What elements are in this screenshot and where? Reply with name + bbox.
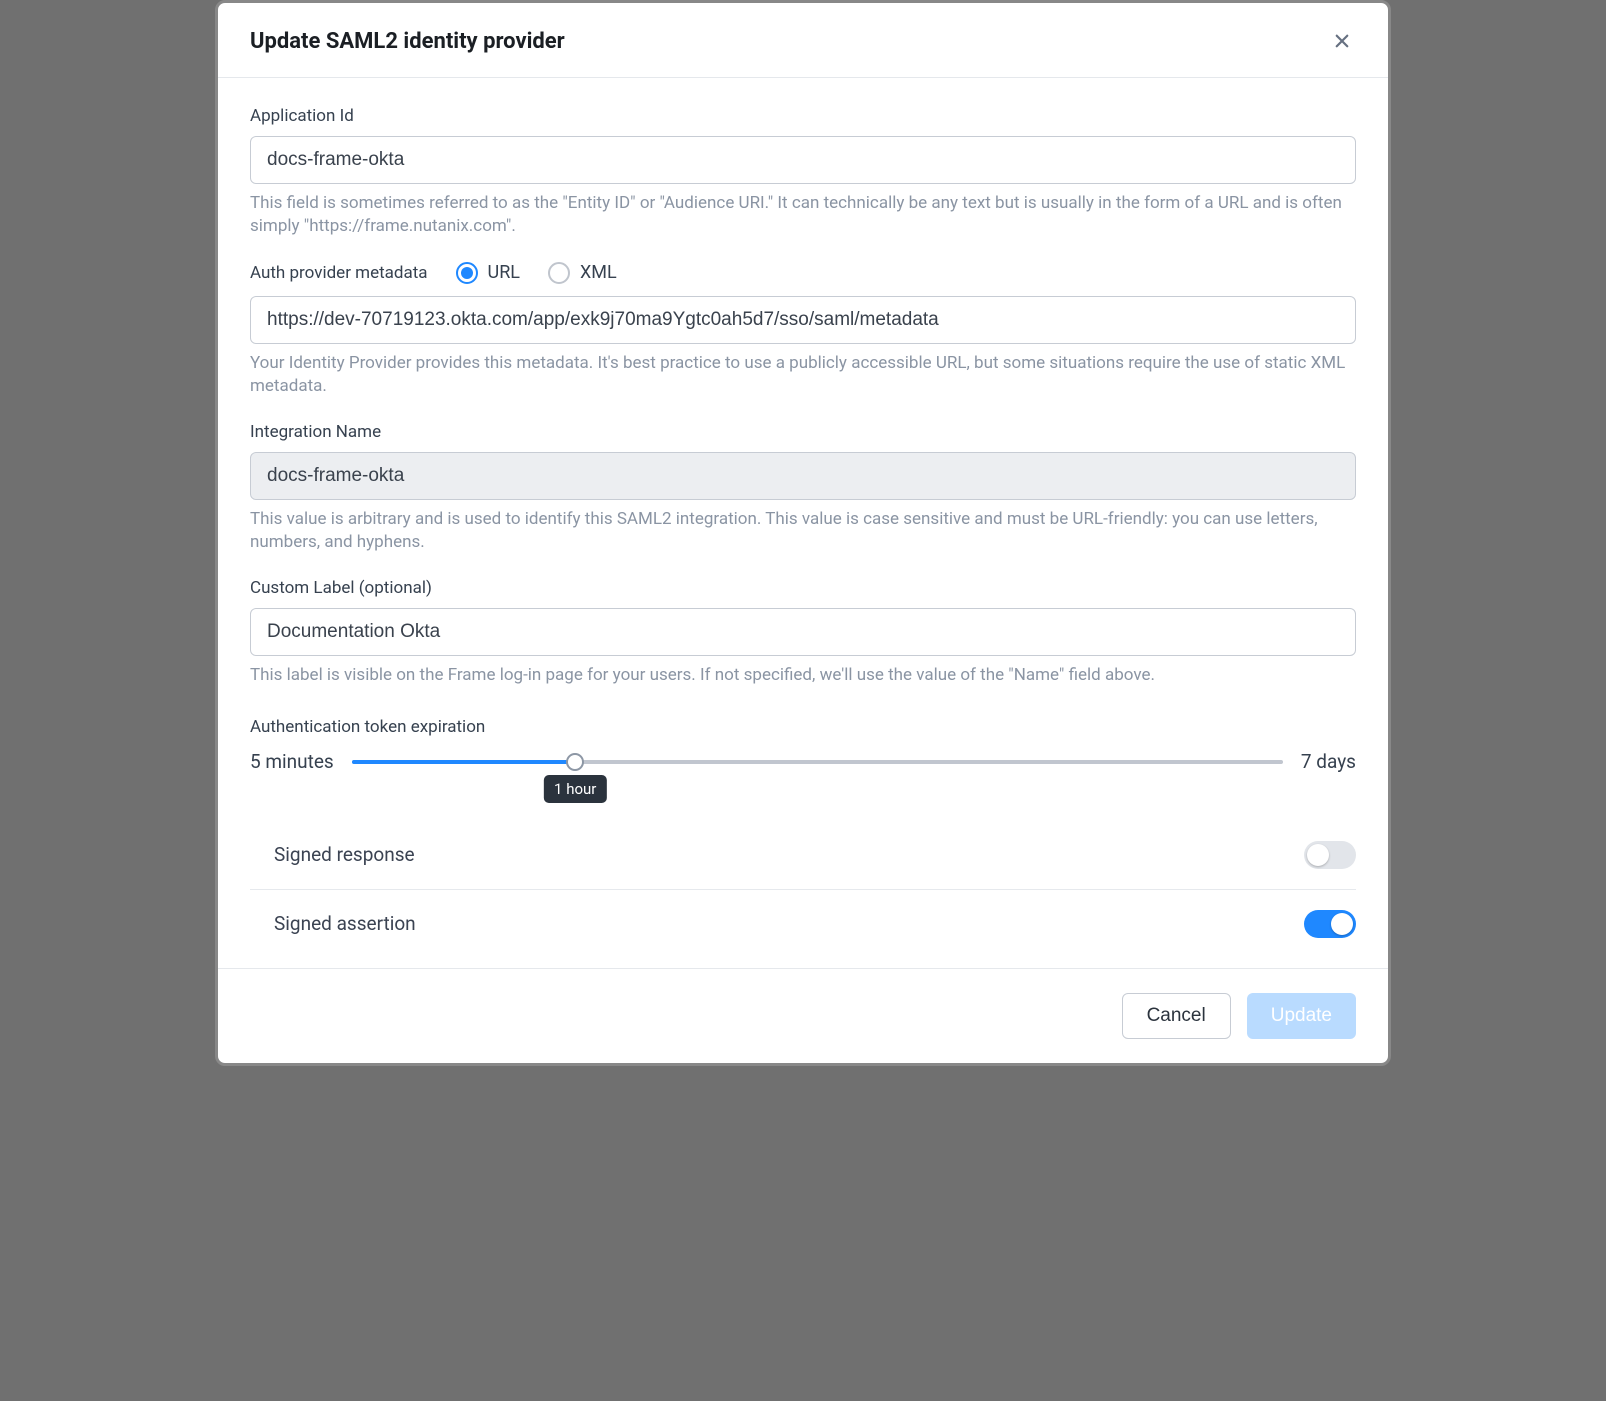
modal-header: Update SAML2 identity provider <box>218 3 1388 78</box>
modal: Update SAML2 identity provider Applicati… <box>215 0 1391 1066</box>
radio-checked-icon <box>456 262 478 284</box>
slider-thumb[interactable] <box>566 753 584 771</box>
metadata-group: Auth provider metadata URL XML Your Iden… <box>250 262 1356 398</box>
application-id-group: Application Id This field is sometimes r… <box>250 106 1356 238</box>
modal-footer: Cancel Update <box>218 968 1388 1063</box>
metadata-type-row: Auth provider metadata URL XML <box>250 262 1356 284</box>
close-icon[interactable] <box>1328 27 1356 55</box>
integration-name-label: Integration Name <box>250 422 1356 442</box>
radio-unchecked-icon <box>548 262 570 284</box>
token-expiration-slider-row: 5 minutes 1 hour 7 days <box>250 747 1356 777</box>
signed-response-row: Signed response <box>250 821 1356 890</box>
application-id-input[interactable] <box>250 136 1356 184</box>
signed-response-label: Signed response <box>274 843 415 866</box>
metadata-url-input[interactable] <box>250 296 1356 344</box>
signed-assertion-row: Signed assertion <box>250 890 1356 958</box>
metadata-help: Your Identity Provider provides this met… <box>250 352 1356 398</box>
custom-label-label: Custom Label (optional) <box>250 578 1356 598</box>
custom-label-help: This label is visible on the Frame log-i… <box>250 664 1356 687</box>
token-expiration-group: Authentication token expiration 5 minute… <box>250 717 1356 777</box>
application-id-label: Application Id <box>250 106 1356 126</box>
metadata-xml-radio-label: XML <box>580 262 617 283</box>
slider-fill <box>352 760 575 764</box>
slider-max-label: 7 days <box>1301 750 1356 773</box>
cancel-button[interactable]: Cancel <box>1122 993 1231 1039</box>
modal-title: Update SAML2 identity provider <box>250 29 565 54</box>
custom-label-group: Custom Label (optional) This label is vi… <box>250 578 1356 687</box>
signed-assertion-label: Signed assertion <box>274 912 416 935</box>
toggle-section: Signed response Signed assertion <box>250 821 1356 958</box>
update-button[interactable]: Update <box>1247 993 1356 1039</box>
integration-name-help: This value is arbitrary and is used to i… <box>250 508 1356 554</box>
application-id-help: This field is sometimes referred to as t… <box>250 192 1356 238</box>
slider-value-tooltip: 1 hour <box>544 775 606 803</box>
signed-assertion-toggle[interactable] <box>1304 910 1356 938</box>
metadata-xml-radio[interactable]: XML <box>548 262 617 284</box>
slider-min-label: 5 minutes <box>250 750 334 773</box>
token-expiration-slider[interactable]: 1 hour <box>352 747 1283 777</box>
token-expiration-label: Authentication token expiration <box>250 717 1356 737</box>
metadata-url-radio[interactable]: URL <box>456 262 520 284</box>
toggle-knob <box>1307 844 1329 866</box>
toggle-knob <box>1331 913 1353 935</box>
custom-label-input[interactable] <box>250 608 1356 656</box>
metadata-label: Auth provider metadata <box>250 263 428 283</box>
metadata-url-radio-label: URL <box>488 262 520 283</box>
integration-name-group: Integration Name This value is arbitrary… <box>250 422 1356 554</box>
signed-response-toggle[interactable] <box>1304 841 1356 869</box>
integration-name-input <box>250 452 1356 500</box>
modal-body: Application Id This field is sometimes r… <box>218 78 1388 968</box>
